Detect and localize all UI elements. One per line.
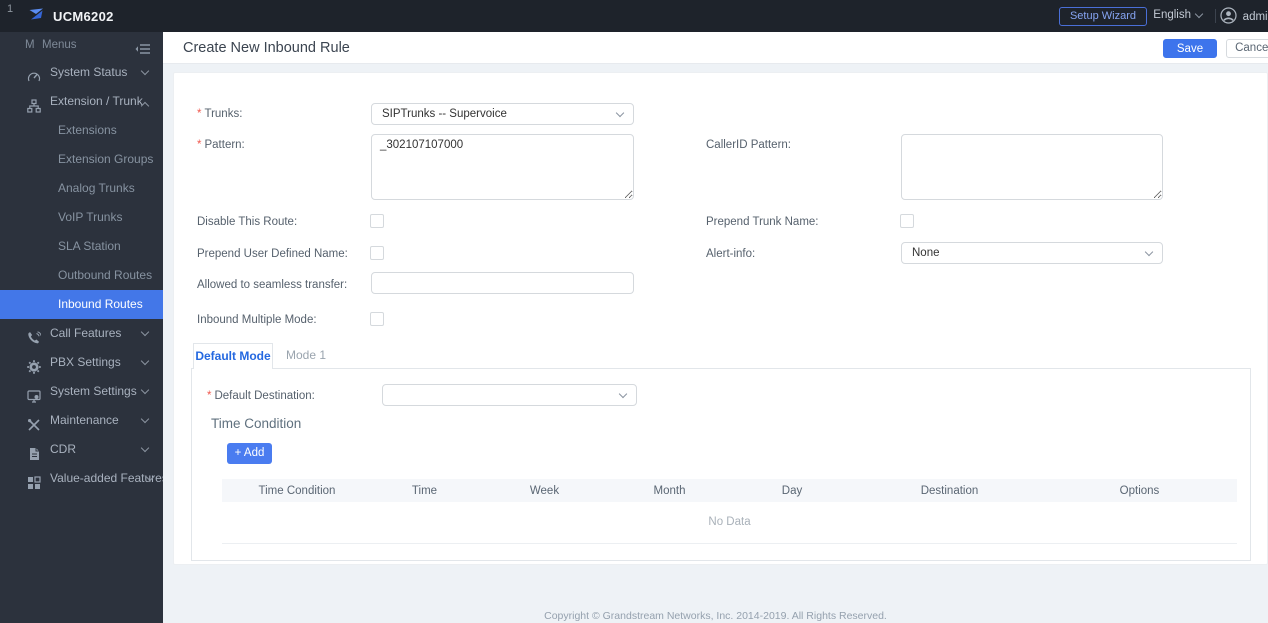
prepend-trunk-name-label: Prepend Trunk Name: bbox=[706, 216, 819, 228]
inbound-rule-form-card: * Trunks: SIPTrunks -- Supervoice * Patter… bbox=[173, 72, 1268, 565]
brand-name: UCM6202 bbox=[53, 8, 114, 24]
grandstream-logo-icon bbox=[28, 7, 46, 26]
sidebar-item-inbound-routes[interactable]: Inbound Routes bbox=[0, 290, 163, 319]
add-time-condition-button[interactable]: + Add bbox=[227, 443, 272, 464]
sidebar-item-analog-trunks[interactable]: Analog Trunks bbox=[0, 174, 163, 203]
chevron-down-icon bbox=[1194, 9, 1204, 18]
disable-route-label: Disable This Route: bbox=[197, 216, 298, 228]
seamless-transfer-label: Allowed to seamless transfer: bbox=[197, 279, 348, 291]
sidebar-item-pbx-settings[interactable]: PBX Settings bbox=[0, 348, 163, 377]
phone-icon bbox=[27, 327, 42, 344]
ucm-admin-page: 1 UCM6202 Setup Wizard English admi M Me… bbox=[0, 0, 1268, 623]
chevron-down-icon bbox=[615, 108, 625, 118]
user-menu[interactable]: admin bbox=[1220, 7, 1268, 27]
default-destination-label: * Default Destination: bbox=[207, 390, 315, 402]
pattern-label: * Pattern: bbox=[197, 139, 245, 151]
column-header: Options bbox=[1119, 484, 1160, 497]
alert-info-select-value: None bbox=[912, 247, 940, 259]
sidebar-item-maintenance[interactable]: Maintenance bbox=[0, 406, 163, 435]
chevron-down-icon bbox=[140, 327, 150, 337]
sidebar-item-outbound-routes[interactable]: Outbound Routes bbox=[0, 261, 163, 290]
sidebar-item-system-status[interactable]: System Status bbox=[0, 58, 163, 87]
chevron-down-icon bbox=[140, 66, 150, 76]
topbar: 1 UCM6202 Setup Wizard English admi bbox=[0, 0, 1268, 32]
sidebar-item-extension-trunk[interactable]: Extension / Trunk bbox=[0, 87, 163, 116]
alert-info-label: Alert-info: bbox=[706, 248, 756, 260]
tab-mode-1[interactable]: Mode 1 bbox=[274, 343, 338, 369]
sidebar: M Menus System Status Extension / Trunk … bbox=[0, 32, 168, 623]
sidebar-item-cdr[interactable]: CDR bbox=[0, 435, 163, 464]
document-icon bbox=[27, 443, 41, 460]
sidebar-item-sla-station[interactable]: SLA Station bbox=[0, 232, 163, 261]
main-content: Create New Inbound Rule Save Cancel * Tru… bbox=[163, 32, 1268, 623]
disable-route-checkbox[interactable] bbox=[370, 214, 384, 228]
language-label: English bbox=[1153, 9, 1191, 21]
time-condition-table-header: Time Condition Time Week Month Day Desti… bbox=[222, 479, 1237, 502]
trunks-label: * Trunks: bbox=[197, 108, 243, 120]
sidebar-item-call-features[interactable]: Call Features bbox=[0, 319, 163, 348]
trunks-select[interactable]: SIPTrunks -- Supervoice bbox=[371, 103, 634, 125]
username: admin bbox=[1242, 11, 1268, 23]
footer-copyright: Copyright © Grandstream Networks, Inc. 2… bbox=[544, 610, 887, 622]
time-condition-table: Time Condition Time Week Month Day Desti… bbox=[222, 479, 1237, 544]
gear-icon bbox=[27, 356, 41, 374]
save-button[interactable]: Save bbox=[1163, 39, 1217, 58]
sidebar-item-extensions[interactable]: Extensions bbox=[0, 116, 163, 145]
trunks-select-value: SIPTrunks -- Supervoice bbox=[382, 108, 507, 120]
menus-label: Menus bbox=[42, 39, 77, 51]
chevron-down-icon bbox=[140, 356, 150, 366]
alert-info-select[interactable]: None bbox=[901, 242, 1163, 264]
chevron-down-icon bbox=[140, 385, 150, 395]
brand: UCM6202 bbox=[28, 0, 114, 32]
chevron-down-icon bbox=[140, 414, 150, 424]
setup-wizard-button[interactable]: Setup Wizard bbox=[1058, 7, 1147, 26]
no-data-text: No Data bbox=[708, 516, 751, 528]
inbound-multiple-mode-checkbox[interactable] bbox=[370, 312, 384, 326]
grid-icon bbox=[27, 472, 41, 489]
menus-m-icon: M bbox=[25, 39, 35, 51]
chevron-down-icon bbox=[140, 443, 150, 453]
chevron-down-icon bbox=[1144, 247, 1154, 257]
prepend-trunk-name-checkbox[interactable] bbox=[900, 214, 914, 228]
column-header: Destination bbox=[920, 484, 979, 497]
tools-icon bbox=[27, 414, 41, 431]
language-selector[interactable]: English bbox=[1153, 9, 1204, 21]
sidebar-nav: System Status Extension / Trunk Extensio… bbox=[0, 58, 168, 493]
tab-default-mode[interactable]: Default Mode bbox=[193, 343, 273, 369]
page-indicator: 1 bbox=[7, 3, 14, 15]
sitemap-icon bbox=[27, 95, 41, 113]
pattern-textarea[interactable]: _302107107000 bbox=[371, 134, 634, 200]
page-header: Create New Inbound Rule Save Cancel bbox=[163, 32, 1268, 64]
column-header: Month bbox=[653, 484, 686, 497]
monitor-gear-icon bbox=[27, 385, 41, 403]
prepend-user-defined-name-label: Prepend User Defined Name: bbox=[197, 248, 348, 260]
sidebar-item-value-added-features[interactable]: Value-added Features bbox=[0, 464, 168, 493]
topbar-divider bbox=[1215, 9, 1216, 23]
column-header: Time Condition bbox=[258, 484, 336, 497]
inbound-multiple-mode-label: Inbound Multiple Mode: bbox=[197, 314, 317, 326]
prepend-user-defined-name-checkbox[interactable] bbox=[370, 246, 384, 260]
callerid-pattern-textarea[interactable] bbox=[901, 134, 1163, 200]
callerid-pattern-label: CallerID Pattern: bbox=[706, 139, 792, 151]
column-header: Time bbox=[411, 484, 438, 497]
page-title: Create New Inbound Rule bbox=[183, 40, 350, 56]
sidebar-item-extension-groups[interactable]: Extension Groups bbox=[0, 145, 163, 174]
seamless-transfer-input[interactable] bbox=[371, 272, 634, 294]
default-mode-panel: * Default Destination: Time Condition + A… bbox=[191, 368, 1251, 561]
time-condition-heading: Time Condition bbox=[211, 416, 302, 431]
sidebar-item-system-settings[interactable]: System Settings bbox=[0, 377, 163, 406]
column-header: Day bbox=[781, 484, 803, 497]
default-destination-select[interactable] bbox=[382, 384, 637, 406]
gauge-icon bbox=[27, 66, 41, 82]
chevron-down-icon bbox=[618, 389, 628, 399]
sidebar-header: M Menus bbox=[0, 32, 163, 58]
sidebar-item-voip-trunks[interactable]: VoIP Trunks bbox=[0, 203, 163, 232]
column-header: Week bbox=[529, 484, 560, 497]
avatar-icon bbox=[1220, 7, 1237, 27]
time-condition-table-body: No Data bbox=[222, 502, 1237, 544]
cancel-button[interactable]: Cancel bbox=[1226, 39, 1268, 58]
